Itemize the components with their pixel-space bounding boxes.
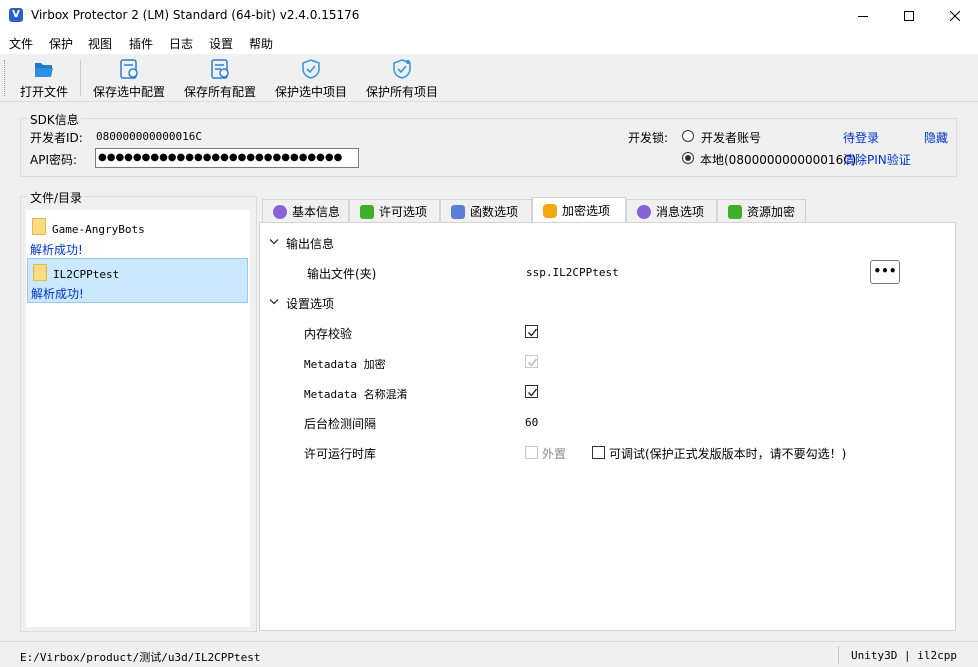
radio-developer-account-label[interactable]: 开发者账号: [701, 129, 761, 146]
developer-id-label: 开发者ID:: [30, 131, 83, 145]
menu-view[interactable]: 视图: [88, 35, 112, 52]
tab-resource-encryption[interactable]: 资源加密: [717, 199, 806, 223]
title-bar: V Virbox Protector 2 (LM) Standard (64-b…: [0, 0, 978, 32]
shield-check-icon: [360, 204, 374, 219]
config-save-icon: [120, 59, 138, 79]
status-bar: E:/Virbox/product/测试/u3d/IL2CPPtest Unit…: [0, 641, 978, 667]
list-item-selected[interactable]: IL2CPPtest 解析成功!: [27, 258, 248, 303]
settings-section-title[interactable]: 设置选项: [286, 295, 334, 312]
save-all-config-label: 保存所有配置: [183, 85, 256, 99]
chevron-down-icon[interactable]: [269, 298, 279, 306]
file-icon: [32, 218, 46, 235]
metadata-obfuscate-label: Metadata 名称混淆: [304, 388, 408, 401]
list-item-name: Game-AngryBots: [52, 223, 145, 236]
developer-id-value: 080000000000016C: [96, 130, 202, 143]
memory-check-checkbox[interactable]: [525, 325, 538, 338]
tab-label: 基本信息: [292, 205, 341, 219]
tab-label: 资源加密: [747, 205, 796, 219]
runtime-external-label: 外置: [542, 447, 567, 461]
protect-selected-label: 保护选中项目: [274, 85, 347, 99]
radio-developer-account[interactable]: [682, 130, 694, 142]
open-file-label: 打开文件: [19, 85, 68, 99]
status-engine: Unity3D | il2cpp: [851, 649, 957, 662]
tab-license-options[interactable]: 许可选项: [349, 199, 440, 223]
protect-all-label: 保护所有项目: [365, 85, 438, 99]
maximize-icon[interactable]: [886, 0, 932, 32]
runtime-external-checkbox: [525, 446, 538, 459]
shield-check-all-icon: [393, 59, 411, 79]
radio-local-label[interactable]: 本地(080000000000016C): [700, 151, 856, 168]
metadata-encrypt-label: Metadata 加密: [304, 358, 386, 371]
status-divider: [838, 646, 839, 664]
list-item-status: 解析成功!: [30, 243, 83, 257]
minimize-icon[interactable]: [840, 0, 886, 32]
browse-button[interactable]: •••: [870, 260, 900, 284]
menu-plugins[interactable]: 插件: [129, 35, 153, 52]
memory-check-label: 内存校验: [304, 327, 353, 341]
close-icon[interactable]: [932, 0, 978, 32]
api-password-input[interactable]: ●●●●●●●●●●●●●●●●●●●●●●●●●●●●: [95, 148, 359, 168]
tab-encryption-options[interactable]: 加密选项: [532, 197, 626, 223]
toolbar: 打开文件 保存选中配置 保存所有配置 保护选中项目 保护所有项目: [0, 54, 978, 102]
clear-pin-link[interactable]: 清除PIN验证: [843, 151, 911, 168]
menu-settings[interactable]: 设置: [209, 35, 233, 52]
menu-protect[interactable]: 保护: [49, 35, 73, 52]
bg-interval-label: 后台检测间隔: [304, 417, 377, 431]
chevron-down-icon[interactable]: [269, 238, 279, 246]
pending-login-link[interactable]: 待登录: [843, 129, 879, 146]
list-item-status: 解析成功!: [31, 287, 84, 301]
hide-link[interactable]: 隐藏: [924, 129, 948, 146]
output-file-label: 输出文件(夹): [307, 267, 377, 281]
config-save-all-icon: [211, 59, 229, 79]
tab-function-options[interactable]: 函数选项: [440, 199, 532, 223]
open-file-button[interactable]: 打开文件: [17, 58, 71, 102]
file-list: Game-AngryBots 解析成功! IL2CPPtest 解析成功!: [26, 210, 250, 627]
radio-local[interactable]: [682, 152, 694, 164]
save-all-config-button[interactable]: 保存所有配置: [182, 58, 258, 102]
runtime-label: 许可运行时库: [304, 447, 377, 461]
runtime-debug-label[interactable]: 可调试(保护正式发版版本时，请不要勾选！): [609, 445, 846, 462]
function-icon: [451, 204, 465, 219]
shield-check-icon: [728, 204, 742, 219]
sdk-info-legend: SDK信息: [28, 111, 81, 128]
output-file-value[interactable]: ssp.IL2CPPtest: [526, 266, 619, 279]
toolbar-separator: [80, 60, 81, 96]
tab-label: 消息选项: [656, 205, 705, 219]
encryption-options-panel: 输出信息 输出文件(夹) ssp.IL2CPPtest ••• 设置选项 内存校…: [259, 222, 956, 631]
protect-selected-button[interactable]: 保护选中项目: [272, 58, 350, 102]
menu-file[interactable]: 文件: [9, 35, 33, 52]
dev-lock-label: 开发锁:: [628, 131, 669, 145]
output-section-title[interactable]: 输出信息: [286, 235, 334, 252]
menu-bar: 文件 保护 视图 插件 日志 设置 帮助: [0, 32, 978, 54]
shield-check-icon: [302, 59, 320, 79]
menu-log[interactable]: 日志: [169, 35, 193, 52]
metadata-encrypt-checkbox: [525, 355, 538, 368]
files-legend: 文件/目录: [28, 189, 85, 206]
status-path: E:/Virbox/product/测试/u3d/IL2CPPtest: [20, 651, 261, 664]
menu-help[interactable]: 帮助: [249, 35, 273, 52]
bg-interval-value[interactable]: 60: [525, 416, 538, 429]
tab-label: 函数选项: [470, 205, 519, 219]
tab-message-options[interactable]: 消息选项: [626, 199, 717, 223]
api-password-label: API密码:: [30, 153, 78, 167]
tab-label: 许可选项: [379, 205, 428, 219]
chat-icon: [637, 204, 651, 219]
toolbar-grip: [4, 60, 6, 96]
metadata-obfuscate-checkbox[interactable]: [525, 385, 538, 398]
save-selected-config-button[interactable]: 保存选中配置: [90, 58, 168, 102]
list-item[interactable]: Game-AngryBots 解析成功!: [26, 214, 248, 258]
app-logo-icon: V: [9, 8, 23, 22]
save-selected-config-label: 保存选中配置: [92, 85, 165, 99]
runtime-debug-checkbox[interactable]: [592, 446, 605, 459]
lock-icon: [543, 203, 557, 218]
folder-open-icon: [35, 63, 53, 77]
tab-basic-info[interactable]: 基本信息: [262, 199, 349, 223]
tab-label: 加密选项: [562, 204, 611, 218]
protect-all-button[interactable]: 保护所有项目: [364, 58, 440, 102]
chat-icon: [273, 204, 287, 219]
list-item-name: IL2CPPtest: [53, 268, 120, 281]
file-icon: [33, 264, 47, 281]
window-title: Virbox Protector 2 (LM) Standard (64-bit…: [31, 8, 360, 22]
